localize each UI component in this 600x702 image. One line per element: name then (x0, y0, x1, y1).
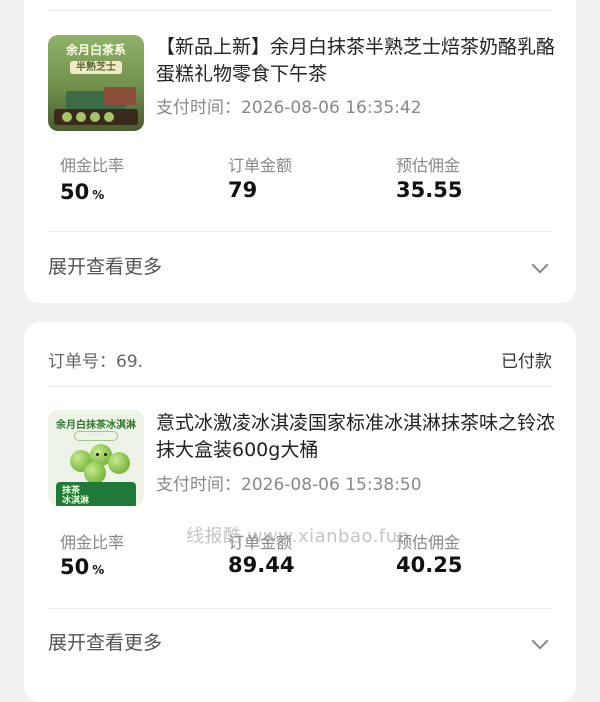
order-card: 余月白茶系 半熟芝士 【新品上新】余月白抹茶半熟芝士焙茶奶酪乳酪蛋糕礼物零食下午… (24, 0, 576, 303)
order-number: 订单号：69. (48, 352, 144, 372)
order-amount-value: 89.44 (228, 553, 295, 577)
order-card: 订单号：69. 已付款 余月白抹茶冰淇淋 · · · 抹茶 冰淇淋 意式冰激凌冰… (24, 322, 576, 702)
product-image-title: 余月白抹茶冰淇淋 (56, 420, 136, 431)
expand-more-button[interactable]: 展开查看更多 (48, 252, 162, 279)
commission-rate-label: 佣金比率 (60, 156, 125, 175)
chevron-down-icon[interactable] (531, 256, 549, 274)
chevron-down-icon[interactable] (531, 632, 549, 650)
product-image[interactable]: 余月白抹茶冰淇淋 · · · 抹茶 冰淇淋 (48, 410, 144, 506)
commission-rate-label: 佣金比率 (60, 533, 125, 552)
estimated-commission-label: 预估佣金 (396, 156, 461, 175)
estimated-commission-value: 40.25 (396, 553, 463, 577)
divider (48, 386, 552, 387)
expand-more-button[interactable]: 展开查看更多 (48, 628, 162, 655)
order-amount-label: 订单金额 (228, 533, 293, 552)
pay-time: 支付时间：2026-08-06 15:38:50 (156, 475, 422, 495)
product-image[interactable]: 余月白茶系 半熟芝士 (48, 35, 144, 131)
divider (48, 231, 552, 232)
product-image-label: 抹茶 冰淇淋 (62, 486, 90, 506)
product-title[interactable]: 意式冰激凌冰淇凌国家标准冰淇淋抹茶味之铃浓抹大盒装600g大桶 (156, 410, 562, 464)
order-amount-value: 79 (228, 178, 258, 202)
order-amount-label: 订单金额 (228, 156, 293, 175)
status-badge: 已付款 (501, 352, 552, 372)
commission-rate-value: 50% (60, 180, 105, 204)
commission-rate-value: 50% (60, 555, 105, 579)
product-title[interactable]: 【新品上新】余月白抹茶半熟芝士焙茶奶酪乳酪蛋糕礼物零食下午茶 (156, 34, 562, 88)
product-image-title: 余月白茶系 (65, 43, 126, 57)
pay-time: 支付时间：2026-08-06 16:35:42 (156, 98, 422, 118)
divider (48, 10, 552, 11)
estimated-commission-value: 35.55 (396, 178, 463, 202)
estimated-commission-label: 预估佣金 (396, 533, 461, 552)
divider (48, 608, 552, 609)
product-image-subtitle: 半熟芝士 (70, 61, 122, 74)
